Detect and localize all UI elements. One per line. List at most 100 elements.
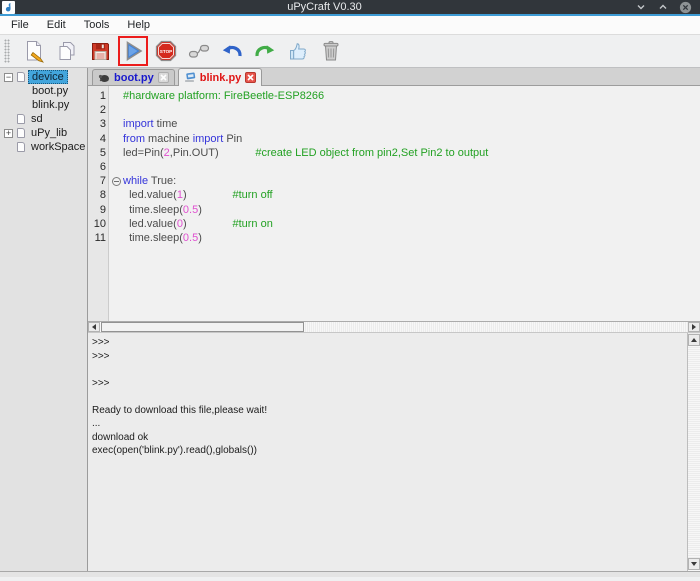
undo-icon	[222, 45, 242, 57]
maximize-button[interactable]	[656, 0, 670, 14]
scroll-left-button[interactable]	[88, 322, 100, 332]
tree-item-label: sd	[31, 113, 43, 125]
scroll-right-button[interactable]	[688, 322, 700, 332]
line-number: 11	[94, 231, 106, 244]
horizontal-scroll-thumb[interactable]	[101, 322, 304, 332]
code-line-text: #hardware platform: FireBeetle-ESP8266	[123, 90, 325, 102]
line-number: 6	[99, 160, 106, 173]
tree-item-label: device	[28, 70, 68, 84]
code-line: 6	[88, 160, 700, 174]
app-logo-icon	[2, 0, 15, 14]
scroll-up-button[interactable]	[688, 334, 700, 346]
stop-button[interactable]: STOP	[151, 36, 181, 66]
stop-icon: STOP	[155, 40, 177, 62]
scroll-down-button[interactable]	[688, 558, 700, 570]
line-number: 8	[99, 189, 106, 202]
tab-bar: boot.py blink.py	[88, 68, 700, 86]
syntax-check-icon	[290, 43, 306, 60]
tree-item-workspace[interactable]: workSpace	[0, 140, 87, 154]
clear-button[interactable]	[316, 36, 346, 66]
code-line: 8 led.value(1) #turn off	[88, 188, 700, 202]
tab-label: blink.py	[199, 71, 242, 84]
file-icon	[17, 128, 25, 138]
code-line: 10 led.value(0) #turn on	[88, 217, 700, 231]
save-file-button[interactable]	[85, 36, 115, 66]
device-file-icon	[98, 74, 109, 82]
console-line: >>>	[92, 350, 113, 362]
collapse-icon[interactable]: −	[4, 72, 13, 82]
code-line: 4 from machine import Pin	[88, 132, 700, 146]
connect-button[interactable]	[184, 36, 214, 66]
title-bar: uPyCraft V0.30	[0, 0, 700, 16]
tree-item-sd[interactable]: sd	[0, 112, 87, 126]
close-tab-icon[interactable]	[245, 72, 257, 83]
line-number: 3	[99, 118, 106, 131]
code-line-text: from machine import Pin	[123, 132, 243, 145]
download-run-icon	[126, 41, 143, 61]
code-line: 7 while True:	[88, 174, 700, 188]
file-icon	[17, 114, 25, 124]
line-number: 5	[99, 146, 106, 159]
save-file-icon	[92, 43, 109, 60]
tab-blink-py[interactable]: blink.py	[177, 68, 263, 86]
code-area: 1 #hardware platform: FireBeetle-ESP8266 2…	[88, 86, 700, 245]
code-line: 3 import time	[88, 117, 700, 131]
svg-text:STOP: STOP	[160, 49, 172, 54]
code-line: 5 led=Pin(2,Pin.OUT) #create LED object f…	[88, 146, 700, 160]
tree-item-device[interactable]: − device	[0, 70, 87, 84]
tree-item-blink-py[interactable]: blink.py	[0, 98, 87, 112]
code-line: 9 time.sleep(0.5)	[88, 203, 700, 217]
new-file-button[interactable]	[19, 36, 49, 66]
line-number: 10	[93, 217, 106, 230]
menu-file[interactable]: File	[2, 16, 38, 34]
open-file-icon	[59, 42, 75, 60]
expand-icon[interactable]: +	[4, 128, 13, 138]
fold-marker-icon[interactable]	[112, 177, 121, 187]
code-line-text: import time	[123, 118, 178, 131]
toolbar: STOP	[0, 35, 700, 68]
window-bottom-edge	[0, 571, 700, 577]
code-line-text: led=Pin(2,Pin.OUT) #create LED object fr…	[123, 146, 489, 159]
console-line: >>>	[92, 337, 113, 348]
tree-item-upy_lib[interactable]: + uPy_lib	[0, 126, 87, 140]
menu-tools[interactable]: Tools	[75, 16, 119, 34]
line-number: 4	[99, 132, 106, 145]
tree-item-boot-py[interactable]: boot.py	[0, 84, 87, 98]
menu-edit[interactable]: Edit	[38, 16, 75, 34]
syntax-check-button[interactable]	[283, 36, 313, 66]
serial-console[interactable]: >>> >>> >>> Ready to download this file,…	[88, 333, 700, 571]
tab-boot-py[interactable]: boot.py	[92, 69, 175, 85]
code-line-text: while True:	[123, 175, 177, 188]
open-file-button[interactable]	[52, 36, 82, 66]
redo-icon	[255, 45, 275, 57]
close-button[interactable]	[678, 0, 692, 14]
device-file-icon	[184, 72, 195, 82]
tree-item-label: blink.py	[32, 99, 70, 111]
console-line: ...	[92, 418, 101, 429]
connect-icon	[188, 44, 210, 58]
minimize-button[interactable]	[634, 0, 648, 14]
code-line-text: led.value(0) #turn on	[123, 217, 273, 230]
line-number: 1	[99, 90, 106, 102]
redo-button[interactable]	[250, 36, 280, 66]
tree-item-label: boot.py	[32, 85, 69, 97]
menu-help[interactable]: Help	[118, 16, 159, 34]
close-tab-icon[interactable]	[157, 72, 169, 83]
code-editor[interactable]: 1 #hardware platform: FireBeetle-ESP8266 2…	[88, 86, 700, 321]
tree-item-label: workSpace	[31, 141, 86, 153]
download-run-button[interactable]	[118, 36, 148, 66]
console-vertical-scrollbar	[687, 333, 700, 571]
line-number: 2	[99, 104, 106, 117]
console-line: Ready to download this file,please wait!	[92, 404, 268, 416]
code-line-text: time.sleep(0.5)	[123, 231, 202, 244]
code-line-text: time.sleep(0.5)	[123, 203, 202, 216]
toolbar-drag-handle[interactable]	[4, 39, 10, 63]
code-line-text: led.value(1) #turn off	[123, 189, 273, 202]
code-line: 1 #hardware platform: FireBeetle-ESP8266	[88, 89, 700, 103]
editor-horizontal-scrollbar	[88, 321, 700, 333]
undo-button[interactable]	[217, 36, 247, 66]
file-tree-panel: − device boot.py blink.py sd + uPy_lib workSpac…	[0, 68, 88, 571]
file-icon	[17, 142, 25, 152]
